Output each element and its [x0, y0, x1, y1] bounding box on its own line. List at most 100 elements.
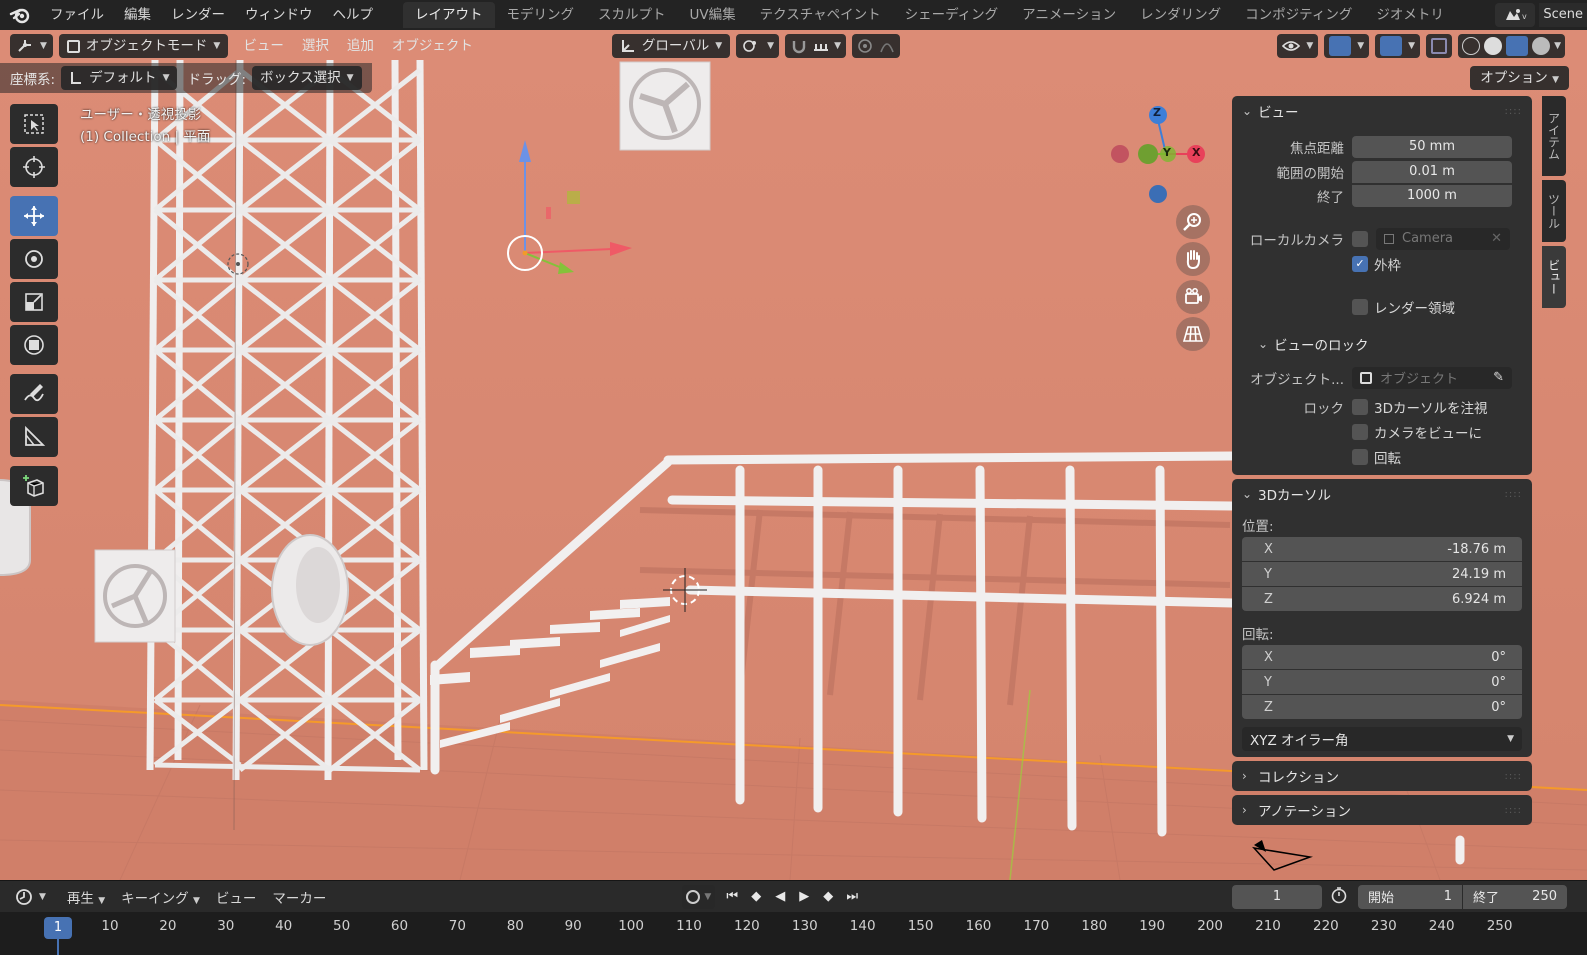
play-button[interactable]: ▶	[793, 886, 815, 908]
timeline-ruler[interactable]: 1 10 20 30 40 50 60 70 80 90 100 110 120 130 140 150 16…	[0, 912, 1587, 955]
mode-select[interactable]: オブジェクトモード ▼	[58, 34, 229, 58]
camera-view-button[interactable]	[1176, 280, 1210, 314]
annotate-tool[interactable]	[10, 374, 58, 414]
tab-item[interactable]: アイテム	[1542, 96, 1566, 176]
editor-type-button[interactable]: ▼	[10, 34, 53, 58]
rotation-mode-select[interactable]: XYZ オイラー角 ▼	[1242, 727, 1522, 751]
menu-edit[interactable]: 編集	[114, 0, 161, 30]
transform-tool[interactable]	[10, 325, 58, 365]
move-tool[interactable]	[10, 196, 58, 236]
solid-shading-icon[interactable]	[1484, 37, 1503, 55]
tab-shading[interactable]: シェーディング	[893, 2, 1011, 28]
wireframe-shading-icon[interactable]	[1462, 37, 1481, 55]
options-button[interactable]: オプション ▼	[1470, 66, 1569, 90]
auto-keying-button[interactable]: ▼	[682, 884, 716, 909]
eyedropper-icon[interactable]: ✎	[1493, 370, 1504, 385]
cursor-y-field[interactable]: Y 24.19 m	[1242, 562, 1522, 586]
clear-icon[interactable]: ✕	[1491, 231, 1502, 246]
rendered-shading-icon[interactable]	[1532, 37, 1551, 55]
drag-select[interactable]: ボックス選択 ▼	[252, 66, 362, 90]
drag-handle-icon[interactable]: ::::	[1505, 771, 1522, 782]
tab-layout[interactable]: レイアウト	[403, 2, 495, 28]
rotate-tool[interactable]	[10, 239, 58, 279]
tab-texture-paint[interactable]: テクスチャペイント	[748, 2, 893, 28]
drag-handle-icon[interactable]: ::::	[1505, 106, 1522, 117]
scale-tool[interactable]	[10, 282, 58, 322]
3d-cursor-panel-header[interactable]: ⌄ 3Dカーソル ::::	[1232, 479, 1532, 509]
end-frame-field[interactable]: 終了 250	[1463, 884, 1567, 909]
cursor-tool[interactable]	[10, 147, 58, 187]
pivot-point-button[interactable]: ▼	[736, 34, 780, 58]
stopwatch-icon[interactable]	[1330, 886, 1350, 908]
menu-help[interactable]: ヘルプ	[323, 0, 384, 30]
focal-length-field[interactable]: 50 mm	[1352, 135, 1512, 158]
xray-button[interactable]	[1426, 34, 1453, 58]
menu-playback[interactable]: 再生 ▼	[59, 887, 113, 907]
current-frame-field[interactable]: 1	[1232, 884, 1322, 909]
view-lock-header[interactable]: ⌄ ビューのロック	[1232, 329, 1532, 359]
overlays-button[interactable]: ▼	[1375, 34, 1421, 58]
tab-sculpt[interactable]: スカルプト	[586, 2, 678, 28]
menu-render[interactable]: レンダー	[161, 0, 235, 30]
menu-object[interactable]: オブジェクト	[383, 34, 482, 58]
rotation-z-field[interactable]: Z 0°	[1242, 695, 1522, 719]
tab-geometry[interactable]: ジオメトリ	[1364, 2, 1456, 28]
tab-animation[interactable]: アニメーション	[1010, 2, 1128, 28]
clip-start-field[interactable]: 0.01 m	[1352, 160, 1512, 183]
menu-window[interactable]: ウィンドウ	[235, 0, 323, 30]
projection-toggle-button[interactable]	[1176, 317, 1210, 351]
cursor-z-field[interactable]: Z 6.924 m	[1242, 587, 1522, 611]
render-region-checkbox[interactable]	[1352, 298, 1368, 315]
lock-camera-checkbox[interactable]	[1352, 423, 1368, 440]
blender-logo-icon[interactable]	[0, 0, 40, 30]
coord-select[interactable]: デフォルト ▼	[61, 66, 178, 90]
timeline-editor-type[interactable]: ▼	[10, 884, 51, 909]
gizmo-toggle-button[interactable]: ▼	[1324, 34, 1370, 58]
tab-tool[interactable]: ツール	[1542, 180, 1566, 242]
annotation-panel-header[interactable]: › アノテーション ::::	[1232, 795, 1532, 825]
start-frame-field[interactable]: 開始 1	[1358, 884, 1462, 909]
menu-file[interactable]: ファイル	[40, 0, 114, 30]
visibility-button[interactable]: ▼	[1277, 34, 1319, 58]
measure-tool[interactable]	[10, 417, 58, 457]
play-reverse-button[interactable]: ◀	[769, 886, 791, 908]
menu-select[interactable]: 選択	[293, 34, 338, 58]
local-camera-checkbox[interactable]	[1352, 230, 1368, 247]
camera-field[interactable]: Camera ✕	[1376, 227, 1510, 250]
tab-view[interactable]: ビュー	[1542, 246, 1566, 308]
clip-end-field[interactable]: 1000 m	[1352, 184, 1512, 207]
next-keyframe-button[interactable]: ◆	[817, 886, 839, 908]
menu-add[interactable]: 追加	[338, 34, 383, 58]
menu-keying[interactable]: キーイング ▼	[113, 887, 208, 907]
zoom-button[interactable]	[1176, 205, 1210, 239]
add-cube-tool[interactable]	[10, 466, 58, 506]
rotation-x-field[interactable]: X 0°	[1242, 645, 1522, 669]
lock-rotation-checkbox[interactable]	[1352, 448, 1368, 465]
lock-object-field[interactable]: オブジェクト ✎	[1352, 366, 1512, 389]
collection-panel-header[interactable]: › コレクション ::::	[1232, 761, 1532, 791]
drag-handle-icon[interactable]: ::::	[1505, 489, 1522, 500]
border-checkbox[interactable]: ✓	[1352, 255, 1368, 272]
drag-handle-icon[interactable]: ::::	[1505, 805, 1522, 816]
rotation-y-field[interactable]: Y 0°	[1242, 670, 1522, 694]
jump-end-button[interactable]: ⏭	[841, 886, 863, 908]
pan-button[interactable]	[1176, 242, 1210, 276]
menu-timeline-view[interactable]: ビュー	[208, 887, 265, 907]
tab-uv-editing[interactable]: UV編集	[678, 2, 748, 28]
menu-marker[interactable]: マーカー	[264, 887, 334, 907]
proportional-edit-button[interactable]	[851, 34, 900, 58]
cursor-x-field[interactable]: X -18.76 m	[1242, 537, 1522, 561]
jump-start-button[interactable]: ⏮	[721, 886, 743, 908]
prev-keyframe-button[interactable]: ◆	[745, 886, 767, 908]
playhead[interactable]: 1	[44, 917, 72, 939]
tab-compositing[interactable]: コンポジティング	[1233, 2, 1364, 28]
scene-browse-button[interactable]: v	[1495, 3, 1536, 27]
view-panel-header[interactable]: ⌄ ビュー ::::	[1232, 96, 1532, 126]
material-shading-icon[interactable]	[1506, 36, 1529, 56]
tab-rendering[interactable]: レンダリング	[1128, 2, 1233, 28]
snap-button[interactable]: ▼	[785, 34, 846, 58]
select-box-tool[interactable]	[10, 104, 58, 144]
orientation-select[interactable]: グローバル ▼	[611, 34, 731, 58]
lock-cursor-checkbox[interactable]	[1352, 398, 1368, 415]
tab-modeling[interactable]: モデリング	[495, 2, 587, 28]
